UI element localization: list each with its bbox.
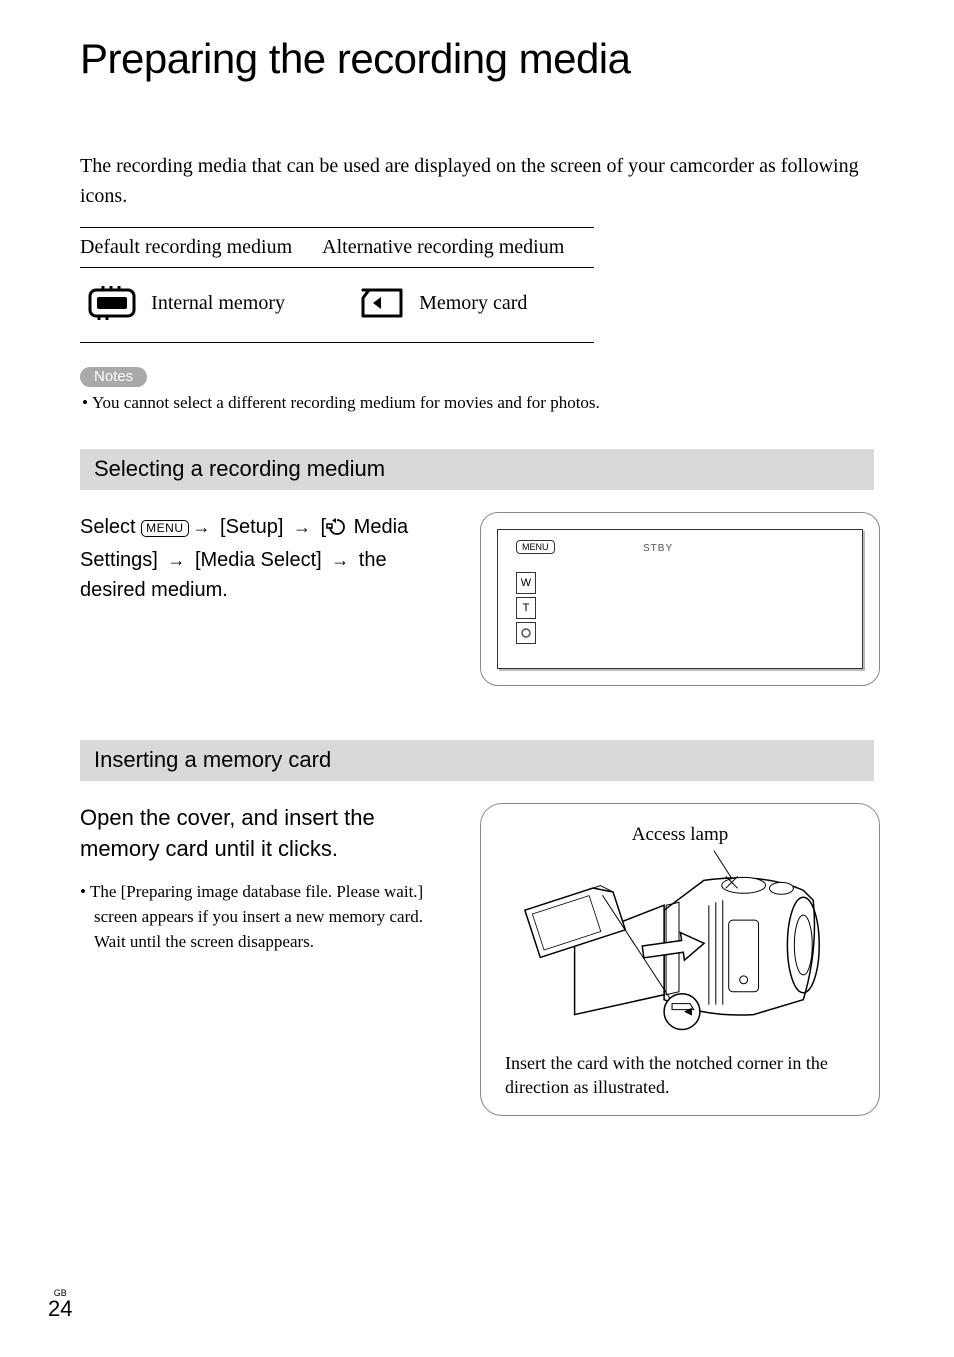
media-table: Default recording medium Alternative rec… (80, 227, 594, 343)
internal-memory-label: Internal memory (151, 292, 285, 315)
internal-memory-icon (87, 286, 137, 320)
arrow-icon: → (293, 517, 311, 537)
media-settings-icon (326, 515, 348, 545)
page-number: 24 (48, 1296, 72, 1321)
camera-illustration-frame: Access lamp (480, 803, 880, 1117)
page-title: Preparing the recording media (80, 35, 874, 83)
screen-t-button: T (516, 597, 536, 619)
select-instruction: Select MENU→ [Setup] → [ Media Settings]… (80, 512, 440, 605)
table-header-alternative: Alternative recording medium (322, 228, 594, 268)
preparing-note: •The [Preparing image database file. Ple… (80, 880, 440, 954)
intro-paragraph: The recording media that can be used are… (80, 151, 874, 211)
insert-caption: Insert the card with the notched corner … (505, 1051, 855, 1100)
section-header-inserting: Inserting a memory card (80, 740, 874, 781)
screen-menu-button: MENU (516, 540, 555, 554)
screen-w-button: W (516, 572, 536, 594)
memory-card-label: Memory card (419, 292, 527, 315)
screen-stby-label: STBY (643, 543, 673, 554)
arrow-icon: → (193, 517, 211, 537)
arrow-icon: → (331, 550, 349, 570)
menu-button-icon: MENU (141, 520, 188, 538)
section-header-selecting: Selecting a recording medium (80, 449, 874, 490)
access-lamp-label: Access lamp (505, 824, 855, 846)
screen-rec-button (516, 622, 536, 644)
note-item: •You cannot select a different recording… (80, 391, 874, 415)
note-text: You cannot select a different recording … (92, 393, 600, 412)
table-header-default: Default recording medium (80, 228, 322, 268)
notes-badge: Notes (80, 367, 147, 387)
camera-illustration (505, 850, 855, 1040)
screen-illustration: MENU STBY W T (480, 512, 880, 686)
memory-card-icon (359, 286, 405, 320)
page-footer: GB 24 (48, 1289, 72, 1321)
arrow-icon: → (167, 550, 185, 570)
open-cover-instruction: Open the cover, and insert the memory ca… (80, 803, 440, 865)
